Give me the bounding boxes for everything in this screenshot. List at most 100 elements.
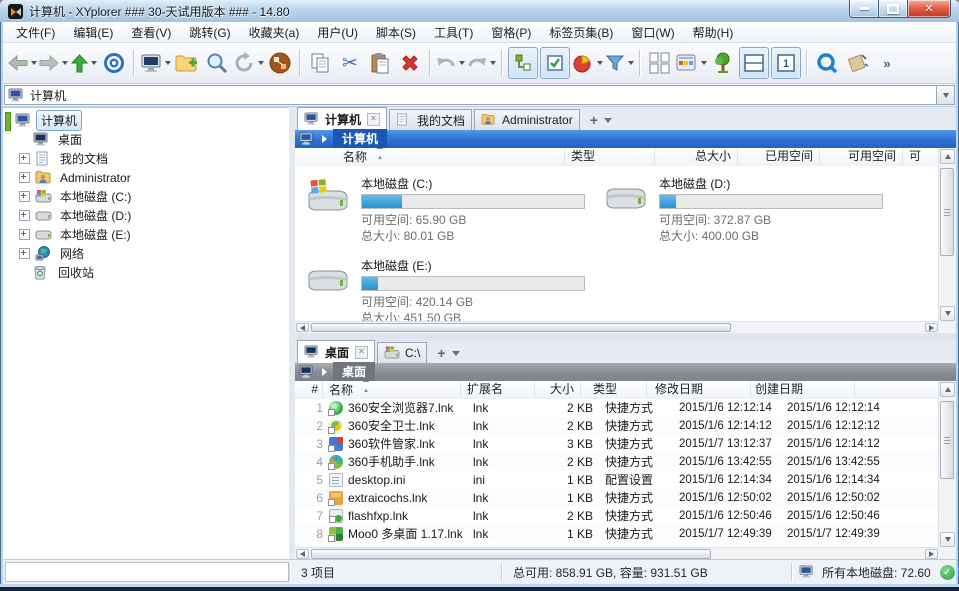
paste-icon[interactable]: [366, 48, 394, 78]
refresh-icon[interactable]: [233, 48, 264, 78]
maximize-button[interactable]: [879, 0, 908, 18]
expand-icon[interactable]: [19, 248, 30, 259]
drive-item-c[interactable]: 本地磁盘 (C:) 可用空间: 65.90 GB 总大小: 80.01 GB: [303, 176, 593, 244]
copy-icon[interactable]: [306, 48, 334, 78]
expand-icon[interactable]: [19, 210, 30, 221]
tab-desktop[interactable]: 桌面 ✕: [297, 340, 375, 363]
tree-item-documents[interactable]: 我的文档: [3, 149, 289, 168]
drive-item-e[interactable]: 本地磁盘 (E:) 可用空间: 420.14 GB 总大小: 451.50 GB: [303, 258, 593, 322]
tree-item-computer[interactable]: 计算机: [3, 111, 289, 130]
new-tab-button[interactable]: +: [582, 112, 604, 130]
go-to-icon[interactable]: [100, 48, 128, 78]
column-header-type[interactable]: 类型: [565, 148, 655, 165]
address-input[interactable]: 计算机: [4, 85, 937, 105]
address-dropdown-icon[interactable]: [937, 85, 955, 105]
tree-item-drive-d[interactable]: 本地磁盘 (D:): [3, 206, 289, 225]
close-button[interactable]: ✕: [908, 0, 951, 18]
scroll-down-icon[interactable]: [940, 306, 955, 321]
scrollbar-thumb[interactable]: [311, 549, 711, 559]
tab-list-dropdown-icon[interactable]: [604, 118, 612, 123]
expand-icon[interactable]: [19, 153, 30, 164]
column-header-name[interactable]: 名称▲: [295, 148, 565, 165]
expand-icon[interactable]: [19, 191, 30, 202]
drive-item-d[interactable]: 本地磁盘 (D:) 可用空间: 372.87 GB 总大小: 400.00 GB: [601, 176, 891, 244]
scroll-up-icon[interactable]: [940, 149, 955, 164]
menu-user[interactable]: 用户(U): [308, 22, 367, 43]
scroll-left-icon[interactable]: [296, 323, 309, 332]
tree-item-desktop[interactable]: 桌面: [3, 130, 289, 149]
top-vertical-scrollbar[interactable]: [938, 148, 956, 322]
tab-administrator[interactable]: Administrator: [474, 109, 580, 130]
tree-item-recycle-bin[interactable]: 回收站: [3, 263, 289, 282]
pane-splitter[interactable]: [295, 333, 956, 341]
top-horizontal-scrollbar[interactable]: [295, 321, 939, 333]
scrollbar-thumb[interactable]: [311, 323, 731, 332]
new-tab-button[interactable]: +: [429, 345, 451, 363]
column-header-type[interactable]: 类型: [581, 381, 647, 398]
column-header-number[interactable]: #: [295, 381, 323, 398]
menu-panes[interactable]: 窗格(P): [482, 22, 540, 43]
tab-close-icon[interactable]: ✕: [355, 346, 368, 359]
table-row[interactable]: 4 360手机助手.lnk lnk 2 KB 快捷方式 2015/1/6 13:…: [295, 453, 939, 471]
table-row[interactable]: 8 Moo0 多桌面 1.17.lnk lnk 1 KB 快捷方式 2015/1…: [295, 525, 939, 543]
breadcrumb-segment[interactable]: 桌面: [333, 362, 375, 382]
table-row[interactable]: 7 flashfxp.lnk lnk 2 KB 快捷方式 2015/1/6 12…: [295, 507, 939, 525]
column-header-used-space[interactable]: 已用空间: [738, 148, 820, 165]
table-row[interactable]: 5 desktop.ini ini 1 KB 配置设置 2015/1/6 12:…: [295, 471, 939, 489]
column-header-modified[interactable]: 修改日期: [647, 381, 751, 398]
tree-item-administrator[interactable]: Administrator: [3, 168, 289, 187]
tab-list-dropdown-icon[interactable]: [452, 351, 460, 356]
scroll-up-icon[interactable]: [940, 382, 955, 397]
column-header-name[interactable]: 名称▲: [323, 381, 461, 398]
forward-icon[interactable]: [39, 48, 68, 78]
back-icon[interactable]: [8, 48, 37, 78]
folder-tree-icon[interactable]: [709, 48, 737, 78]
checkbox-mode-icon[interactable]: [540, 47, 570, 79]
expand-icon[interactable]: [19, 229, 30, 240]
menu-window[interactable]: 窗口(W): [622, 22, 683, 43]
tab-computer[interactable]: 计算机 ✕: [297, 107, 387, 130]
customize-icon[interactable]: [676, 48, 707, 78]
menu-edit[interactable]: 编辑(E): [64, 22, 122, 43]
table-row[interactable]: 6 extraicochs.lnk lnk 1 KB 快捷方式 2015/1/6…: [295, 489, 939, 507]
scroll-left-icon[interactable]: [296, 549, 309, 559]
menu-scripting[interactable]: 脚本(S): [367, 22, 425, 43]
minimize-button[interactable]: [849, 0, 879, 18]
column-header-size[interactable]: 大小: [535, 381, 581, 398]
toolbar-overflow-icon[interactable]: »: [873, 48, 901, 78]
expand-icon[interactable]: [19, 172, 30, 183]
column-header-free-space[interactable]: 可用空间: [820, 148, 903, 165]
column-header-created[interactable]: 创建日期: [751, 381, 855, 398]
tab-drive-c[interactable]: C:\: [377, 342, 427, 363]
delete-icon[interactable]: [396, 48, 424, 78]
bottom-vertical-scrollbar[interactable]: [938, 381, 956, 548]
menu-go[interactable]: 跳转(G): [180, 22, 239, 43]
breadcrumb-segment[interactable]: 计算机: [333, 129, 387, 149]
table-row[interactable]: 1 360安全浏览器7.lnk lnk 2 KB 快捷方式 2015/1/6 1…: [295, 399, 939, 417]
cut-icon[interactable]: ✂: [336, 48, 364, 78]
search-icon[interactable]: [813, 48, 841, 78]
menu-help[interactable]: 帮助(H): [684, 22, 743, 43]
menu-view[interactable]: 查看(V): [122, 22, 180, 43]
title-bar[interactable]: 计算机 - XYplorer ### 30-天试用版本 ### - 14.80 …: [0, 0, 959, 22]
hop-icon[interactable]: [266, 48, 294, 78]
tab-close-icon[interactable]: ✕: [367, 113, 380, 126]
zoom-icon[interactable]: [203, 48, 231, 78]
tree-item-network[interactable]: 网络: [3, 244, 289, 263]
scroll-down-icon[interactable]: [940, 532, 955, 547]
pie-stats-icon[interactable]: [572, 48, 603, 78]
computer-icon[interactable]: [140, 48, 171, 78]
menu-tools[interactable]: 工具(T): [425, 22, 482, 43]
up-icon[interactable]: [70, 48, 98, 78]
tab-documents[interactable]: 我的文档: [389, 109, 472, 130]
table-row[interactable]: 2 360安全卫士.lnk lnk 2 KB 快捷方式 2015/1/6 12:…: [295, 417, 939, 435]
table-row[interactable]: 3 360软件管家.lnk lnk 3 KB 快捷方式 2015/1/7 13:…: [295, 435, 939, 453]
redo-icon[interactable]: [467, 48, 496, 78]
tag-icon[interactable]: [843, 48, 871, 78]
dual-pane-icon[interactable]: [646, 48, 674, 78]
tree-item-drive-e[interactable]: 本地磁盘 (E:): [3, 225, 289, 244]
column-header-extension[interactable]: 扩展名: [461, 381, 535, 398]
menu-tabsets[interactable]: 标签页集(B): [540, 22, 622, 43]
scrollbar-thumb[interactable]: [940, 401, 954, 479]
column-header-total-size[interactable]: 总大小: [655, 148, 738, 165]
